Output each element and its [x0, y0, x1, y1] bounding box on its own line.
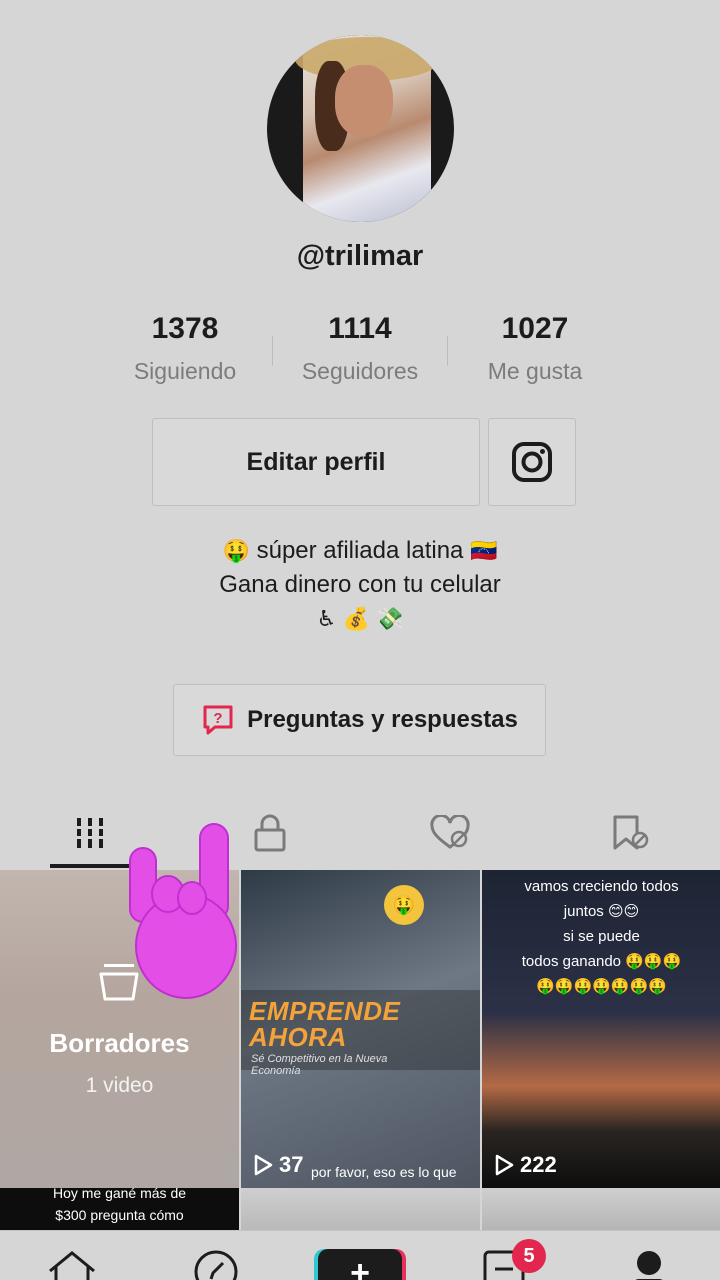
stat-divider: [272, 336, 273, 366]
active-tab-indicator: [50, 864, 130, 868]
view-count-value: 37: [279, 1152, 304, 1177]
create-button[interactable]: +: [318, 1249, 402, 1280]
qa-button-label: Preguntas y respuestas: [247, 706, 518, 733]
caption-line: $300 pregunta cómo: [55, 1207, 184, 1223]
video-tile[interactable]: vamos creciendo todos juntos 😊😊 si se pu…: [482, 870, 720, 1188]
question-bubble-icon: ?: [203, 705, 233, 735]
drafts-count: 1 video: [85, 1074, 154, 1097]
heart-hidden-icon: [430, 815, 470, 849]
grid-icon: [74, 818, 106, 848]
video-grid: Borradores 1 video 🤑 EMPRENDE AHORA Sé C…: [0, 870, 720, 1230]
instagram-icon: [512, 442, 552, 482]
home-icon: [49, 1251, 95, 1280]
stat-following[interactable]: 1378 Siguiendo: [95, 312, 275, 385]
profile-tabs: [0, 800, 720, 870]
bookmark-hidden-icon: [613, 815, 649, 850]
tab-liked[interactable]: [410, 808, 490, 858]
money-face-emoji: 🤑: [222, 538, 250, 563]
stat-likes-value: 1027: [501, 312, 569, 345]
caption-line: Hoy me gané más de: [52, 1188, 187, 1201]
tab-private[interactable]: [230, 808, 310, 858]
money-face-emoji: 🤑: [384, 885, 424, 925]
stat-followers-value: 1114: [328, 312, 392, 345]
nav-home[interactable]: [46, 1249, 98, 1280]
profile-handle: @trilimar: [296, 240, 424, 272]
compass-icon: [194, 1250, 238, 1280]
profile-stats: 1378 Siguiendo 1114 Seguidores 1027 Me g…: [0, 312, 720, 392]
play-icon: [495, 1154, 514, 1176]
venezuela-flag-emoji: 🇻🇪: [470, 538, 498, 563]
nav-discover[interactable]: [193, 1249, 239, 1280]
video-tile[interactable]: Hoy me gané más de $300 pregunta cómo: [0, 1188, 239, 1230]
edit-profile-button[interactable]: Editar perfil: [152, 418, 480, 506]
profile-avatar[interactable]: [267, 35, 454, 222]
stat-followers-label: Seguidores: [301, 358, 419, 384]
qa-button[interactable]: ? Preguntas y respuestas: [173, 684, 546, 756]
caption-line: 🤑🤑🤑🤑🤑🤑🤑: [536, 978, 667, 995]
caption-line: juntos 😊😊: [563, 903, 640, 920]
video-tile[interactable]: [241, 1188, 480, 1230]
bio-line-3: ♿ 💰 💸: [316, 606, 404, 631]
bio-line-1-text: súper afiliada latina: [256, 537, 464, 564]
video-tile[interactable]: 🤑 EMPRENDE AHORA Sé Competitivo en la Nu…: [241, 870, 480, 1188]
rock-hand-sticker: [129, 823, 237, 999]
drafts-title: Borradores: [49, 1028, 190, 1058]
stat-followers[interactable]: 1114 Seguidores: [270, 312, 450, 385]
view-count-value: 222: [520, 1152, 557, 1177]
stat-likes-label: Me gusta: [487, 358, 583, 384]
video-subheadline: Sé Competitivo en la Nueva Economía: [251, 1053, 388, 1077]
view-count: 37: [253, 1152, 303, 1178]
video-bottom-text: por favor, eso es lo que: [311, 1164, 457, 1180]
stat-following-label: Siguiendo: [133, 358, 237, 384]
nav-profile[interactable]: [632, 1249, 666, 1280]
bottom-navigation: + 5: [0, 1230, 720, 1280]
profile-icon: [635, 1251, 663, 1280]
lock-icon: [254, 814, 286, 852]
stat-likes[interactable]: 1027 Me gusta: [445, 312, 625, 385]
stat-divider: [447, 336, 448, 366]
stat-following-value: 1378: [151, 312, 219, 345]
video-tile[interactable]: [482, 1188, 720, 1230]
profile-bio: 🤑 súper afiliada latina 🇻🇪 Gana dinero c…: [0, 534, 720, 636]
bio-line-2: Gana dinero con tu celular: [219, 571, 501, 598]
play-icon: [254, 1154, 273, 1176]
caption-line: si se puede: [563, 928, 640, 945]
bio-line-1: 🤑 súper afiliada latina 🇻🇪: [0, 534, 720, 568]
svg-text:?: ?: [214, 710, 223, 727]
tab-videos[interactable]: [50, 808, 130, 858]
caption-line: todos ganando 🤑🤑🤑: [521, 953, 682, 970]
instagram-button[interactable]: [488, 418, 576, 506]
video-headline: EMPRENDE AHORA: [249, 996, 401, 1052]
avatar-face: [335, 65, 393, 137]
video-caption: vamos creciendo todos juntos 😊😊 si se pu…: [482, 874, 720, 999]
inbox-badge: 5: [512, 1239, 546, 1273]
caption-line: vamos creciendo todos: [524, 878, 679, 895]
view-count: 222: [494, 1152, 557, 1178]
tab-saved[interactable]: [590, 808, 670, 858]
